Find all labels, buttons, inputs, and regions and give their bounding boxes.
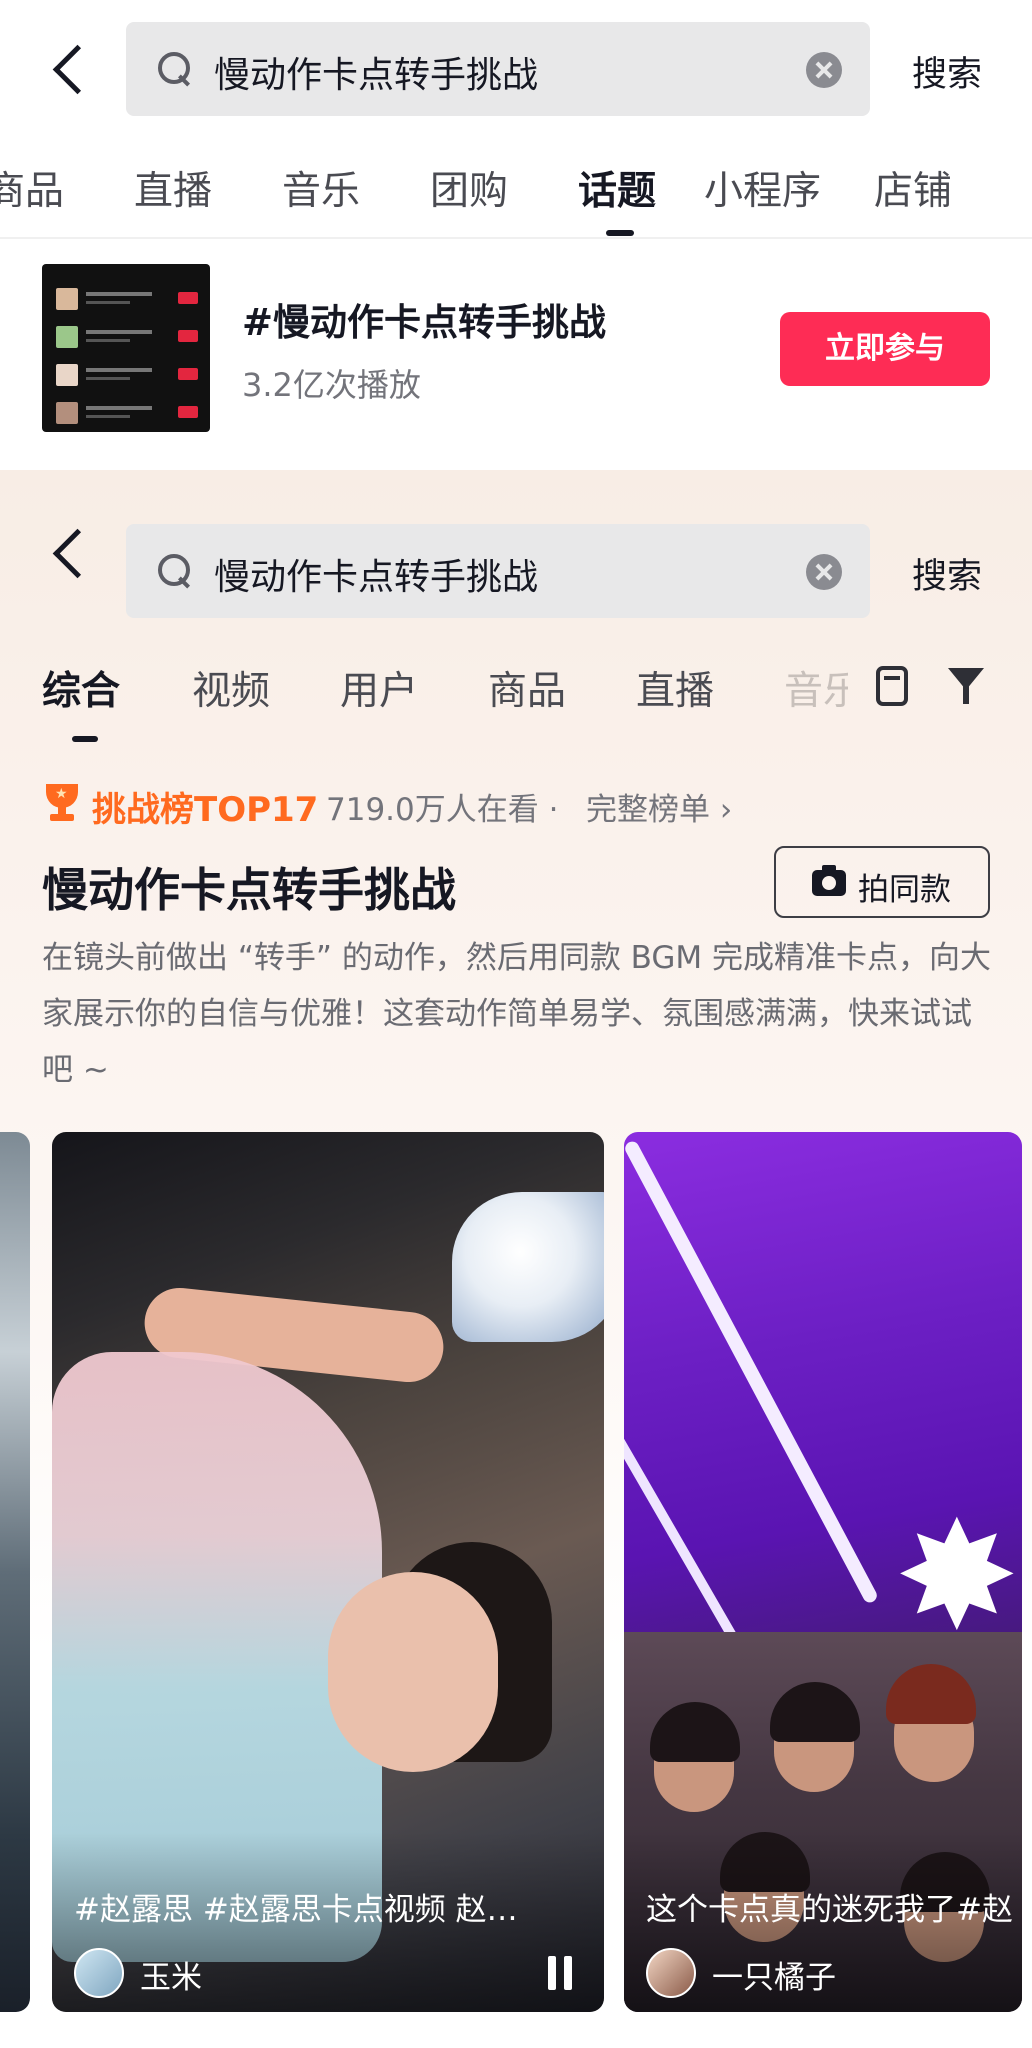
tab-music[interactable]: 音乐 — [282, 160, 360, 216]
tab-all[interactable]: 综合 — [42, 660, 120, 716]
tab-live[interactable]: 直播 — [636, 660, 714, 716]
topic-results-screen: 慢动作卡点转手挑战 搜索 商品 直播 音乐 团购 话题 小程序 店铺 #慢动作卡… — [0, 0, 1032, 470]
search-results-screen: 慢动作卡点转手挑战 搜索 综合 视频 用户 商品 直播 音乐 ★ 挑战榜TOP1… — [0, 470, 1032, 2048]
tab-mini-programs[interactable]: 小程序 — [704, 160, 821, 216]
avatar[interactable] — [74, 1948, 124, 1998]
back-icon[interactable] — [50, 38, 90, 98]
thumb-row — [56, 364, 198, 390]
video-author[interactable]: 一只橘子 — [712, 1952, 836, 1997]
viewer-count: 719.0万人在看 · — [326, 792, 559, 828]
video-caption: #赵露思 #赵露思卡点视频 赵… — [74, 1892, 518, 1928]
tab-indicator — [72, 736, 98, 742]
challenge-description: 在镜头前做出 “转手” 的动作，然后用同款 BGM 完成精准卡点，向大家展示你的… — [42, 940, 992, 1088]
previous-video-card[interactable] — [0, 1132, 30, 2012]
camera-icon — [812, 865, 846, 896]
search-icon — [158, 554, 192, 588]
video-card[interactable]: ✸ 这个卡点真的迷死我了#赵 一只橘子 — [624, 1132, 1022, 2012]
divider — [0, 237, 1032, 239]
video-author[interactable]: 玉米 — [140, 1952, 202, 1997]
challenge-title: 慢动作卡点转手挑战 — [42, 863, 456, 917]
tab-indicator — [606, 230, 634, 236]
tab-products[interactable]: 商品 — [488, 660, 566, 716]
shoot-same-label: 拍同款 — [858, 872, 951, 908]
topic-title[interactable]: #慢动作卡点转手挑战 — [242, 292, 606, 346]
tab-group-buy[interactable]: 团购 — [430, 160, 508, 216]
trophy-icon: ★ — [42, 784, 82, 822]
document-icon[interactable] — [876, 666, 908, 706]
tab-shops[interactable]: 店铺 — [874, 160, 952, 216]
search-icon — [158, 52, 192, 86]
search-query[interactable]: 慢动作卡点转手挑战 — [214, 548, 538, 600]
thumb-row — [56, 326, 198, 352]
video-caption: 这个卡点真的迷死我了#赵 — [646, 1892, 1013, 1928]
tab-live[interactable]: 直播 — [134, 160, 212, 216]
video-card[interactable]: #赵露思 #赵露思卡点视频 赵… 玉米 — [52, 1132, 604, 2012]
back-icon[interactable] — [50, 522, 90, 582]
search-input[interactable]: 慢动作卡点转手挑战 — [126, 22, 870, 116]
clear-icon[interactable] — [806, 554, 842, 590]
topic-thumbnail[interactable] — [42, 264, 210, 432]
tab-topics[interactable]: 话题 — [578, 160, 656, 216]
clear-icon[interactable] — [806, 52, 842, 88]
topic-play-count: 3.2亿次播放 — [242, 366, 421, 404]
search-button[interactable]: 搜索 — [912, 46, 982, 97]
top-tab-bar: 商品 直播 音乐 团购 话题 小程序 店铺 — [0, 160, 1032, 238]
tab-music[interactable]: 音乐 — [784, 660, 848, 716]
challenge-rank[interactable]: 挑战榜TOP17 — [92, 782, 318, 831]
filter-icon[interactable] — [948, 668, 992, 708]
shoot-same-button[interactable]: 拍同款 — [774, 846, 990, 918]
tab-videos[interactable]: 视频 — [192, 660, 270, 716]
thumb-row — [56, 288, 198, 314]
thumb-row — [56, 402, 198, 428]
tab-users[interactable]: 用户 — [340, 660, 418, 716]
full-list-link[interactable]: 完整榜单 › — [586, 784, 732, 829]
search-input[interactable]: 慢动作卡点转手挑战 — [126, 524, 870, 618]
search-query[interactable]: 慢动作卡点转手挑战 — [214, 46, 538, 98]
result-tab-bar: 综合 视频 用户 商品 直播 音乐 — [0, 660, 1032, 742]
pause-icon[interactable] — [546, 1956, 576, 1992]
search-button[interactable]: 搜索 — [912, 548, 982, 599]
avatar[interactable] — [646, 1948, 696, 1998]
tab-products[interactable]: 商品 — [0, 160, 64, 216]
join-now-button[interactable]: 立即参与 — [780, 312, 990, 386]
